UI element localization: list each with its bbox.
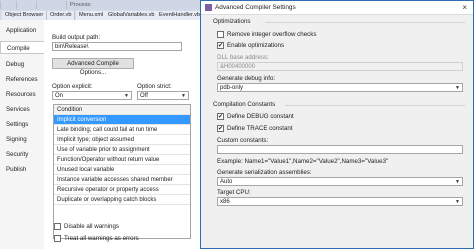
nav-item-application[interactable]: Application — [0, 24, 44, 37]
table-row[interactable]: Late binding; call could fail at run tim… — [54, 125, 190, 135]
nav-item-debug[interactable]: Debug — [0, 58, 44, 71]
option-explicit-select[interactable]: On ▼ — [52, 91, 132, 100]
nav-item-publish[interactable]: Publish — [0, 163, 44, 176]
table-row[interactable]: Recursive operator or property access — [54, 185, 190, 195]
target-cpu-value: x86 — [220, 199, 230, 205]
option-explicit-label: Option explicit: — [52, 83, 93, 90]
table-row[interactable]: Implicit type; object assumed — [54, 135, 190, 145]
dll-base-input[interactable]: &H00400000 — [217, 62, 463, 71]
chevron-down-icon: ▼ — [455, 199, 460, 205]
treat-warnings-checkbox[interactable] — [54, 235, 61, 242]
app-icon — [205, 4, 212, 11]
nav-item-settings[interactable]: Settings — [0, 118, 44, 131]
custom-constants-input[interactable] — [217, 145, 463, 154]
warning-conditions-table: Condition Implicit conversion Late bindi… — [53, 104, 191, 239]
nav-item-compile[interactable]: Compile — [0, 41, 44, 54]
chevron-down-icon: ▼ — [455, 179, 460, 185]
option-explicit-value: On — [55, 93, 64, 99]
project-properties-nav: Application Compile Debug References Res… — [0, 20, 45, 249]
tab-menu-xml[interactable]: Menu.xml — [76, 11, 108, 20]
nav-item-resources[interactable]: Resources — [0, 88, 44, 101]
dialog-title: Advanced Compiler Settings — [215, 4, 296, 11]
compilation-constants-group-label: Compilation Constants — [213, 101, 276, 108]
toolbar-cell — [16, 1, 30, 9]
nav-item-services[interactable]: Services — [0, 103, 44, 116]
disable-warnings-label: Disable all warnings — [64, 223, 120, 230]
define-debug-label: Define DEBUG constant — [227, 113, 294, 120]
target-cpu-select[interactable]: x86 ▼ — [217, 197, 463, 206]
debug-info-label: Generate debug info: — [217, 75, 276, 82]
serialization-select[interactable]: Auto ▼ — [217, 177, 463, 186]
remove-overflow-label: Remove integer overflow checks — [227, 31, 317, 38]
define-debug-checkbox[interactable]: ✔ — [217, 113, 224, 120]
serialization-label: Generate serialization assemblies: — [217, 169, 312, 176]
option-strict-select[interactable]: Off ▼ — [137, 91, 189, 100]
chevron-down-icon: ▼ — [455, 85, 460, 91]
toolbar-cell — [36, 1, 60, 9]
process-label: Process: — [66, 1, 110, 9]
debug-info-value: pdb-only — [220, 85, 244, 91]
table-row[interactable]: Function/Operator without return value — [54, 155, 190, 165]
tab-order-vb[interactable]: Order.vb — [47, 11, 76, 20]
advanced-compiler-settings-dialog: Advanced Compiler Settings × Optimizatio… — [200, 0, 474, 249]
enable-optimizations-label: Enable optimizations — [227, 42, 285, 49]
disable-warnings-checkbox[interactable] — [54, 223, 61, 230]
remove-overflow-checkbox[interactable] — [217, 31, 224, 38]
chevron-down-icon: ▼ — [124, 93, 129, 99]
dialog-title-bar: Advanced Compiler Settings × — [201, 1, 473, 15]
option-strict-label: Option strict: — [137, 83, 172, 90]
example-text: Example: Name1="Value1",Name2="Value2",N… — [217, 158, 389, 165]
enable-optimizations-checkbox[interactable]: ✔ — [217, 42, 224, 49]
tab-object-browser[interactable]: Object Browser — [2, 11, 48, 20]
table-row[interactable]: Use of variable prior to assignment — [54, 145, 190, 155]
close-icon[interactable]: × — [462, 1, 467, 14]
debug-info-select[interactable]: pdb-only ▼ — [217, 83, 463, 92]
optimizations-group-label: Optimizations — [213, 18, 251, 25]
group-divider — [285, 105, 465, 106]
build-output-input[interactable]: bin\Release\ — [52, 42, 182, 51]
nav-item-references[interactable]: References — [0, 73, 44, 86]
build-output-label: Build output path: — [52, 34, 101, 41]
dll-base-label: DLL base address: — [217, 54, 269, 61]
treat-warnings-label: Treat all warnings as errors — [64, 235, 139, 242]
nav-item-security[interactable]: Security — [0, 148, 44, 161]
toolbar-cell — [0, 1, 14, 9]
chevron-down-icon: ▼ — [181, 93, 186, 99]
define-trace-checkbox[interactable]: ✔ — [217, 125, 224, 132]
tab-eventhandler-vb[interactable]: EventHandler.vb — [156, 11, 205, 20]
option-strict-value: Off — [140, 93, 148, 99]
advanced-compile-options-button[interactable]: Advanced Compile Options... — [52, 58, 134, 76]
table-row[interactable]: Implicit conversion — [54, 115, 190, 125]
nav-item-signing[interactable]: Signing — [0, 133, 44, 146]
group-divider — [265, 22, 465, 23]
table-row[interactable]: Duplicate or overlapping catch blocks — [54, 195, 190, 205]
target-cpu-label: Target CPU: — [217, 189, 251, 196]
table-header-condition: Condition — [54, 105, 190, 115]
table-row[interactable]: Unused local variable — [54, 165, 190, 175]
serialization-value: Auto — [220, 179, 233, 185]
define-trace-label: Define TRACE constant — [227, 125, 293, 132]
tab-globalvariables-vb[interactable]: GlobalVariables.vb — [105, 11, 159, 20]
table-row[interactable]: Instance variable accesses shared member — [54, 175, 190, 185]
custom-constants-label: Custom constants: — [217, 137, 269, 144]
